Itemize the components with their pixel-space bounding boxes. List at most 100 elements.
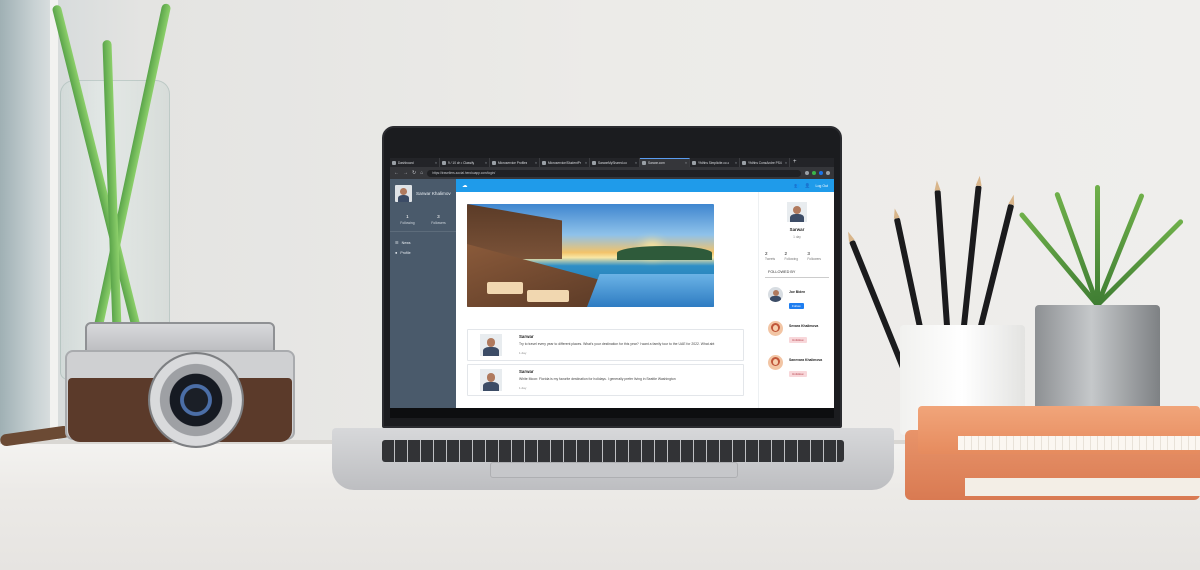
profile-stats: 2 Tweets 2 Following 3 Followers	[765, 251, 829, 261]
follower-name[interactable]: Sanevara Khalimova	[789, 358, 822, 362]
users-icon[interactable]: 👥	[794, 183, 800, 189]
sidebar-menu: ☰ News ● Profile	[390, 232, 456, 258]
sidebar-item-news[interactable]: ☰ News	[390, 238, 456, 248]
post-card[interactable]: Sarwar White Moon: Florida is my favorit…	[467, 364, 744, 396]
window-frame	[0, 0, 58, 450]
avatar	[395, 185, 412, 202]
notebook-top	[918, 406, 1200, 454]
laptop-touchpad	[490, 462, 738, 478]
close-tab-icon[interactable]: ×	[685, 161, 687, 165]
browser-tab[interactable]: Yfdhhs ConsAndre PS4 ×	[740, 158, 790, 167]
close-tab-icon[interactable]: ×	[485, 161, 487, 165]
hero-pool	[587, 274, 714, 307]
avatar[interactable]	[480, 334, 502, 356]
browser-tab[interactable]: SarwarMyShared.co ×	[590, 158, 640, 167]
sidebar-profile[interactable]: Sarwar Khalimov	[390, 179, 456, 206]
hero-image	[467, 204, 714, 307]
sidebar-stat-following[interactable]: 1 Following	[400, 214, 414, 225]
reload-icon[interactable]: ↻	[412, 170, 416, 176]
close-tab-icon[interactable]: ×	[585, 161, 587, 165]
browser-tab-bar: Dashboard × 9 / 10 ch • Classify × Microse…	[390, 158, 834, 167]
news-feed: Sarwar Try to travel every year to diffe…	[456, 192, 758, 418]
sidebar-item-label: News	[401, 241, 411, 245]
post-time: 1 day	[519, 386, 527, 390]
close-tab-icon[interactable]: ×	[735, 161, 737, 165]
laptop-keyboard	[382, 440, 844, 462]
logo-icon[interactable]: ☁	[462, 183, 468, 189]
profile-name: Sarwar	[789, 227, 805, 232]
extension-icon[interactable]	[805, 171, 809, 175]
back-icon[interactable]: ←	[394, 170, 399, 176]
logout-button[interactable]: Log Out	[816, 184, 828, 188]
post-body: Sarwar Try to travel every year to diffe…	[519, 334, 739, 360]
main-area: ☁ 👥 👤 Log Out Sarwar Try to travel every…	[456, 179, 834, 418]
avatar[interactable]	[787, 202, 807, 222]
hero-island	[617, 246, 712, 260]
favicon-icon	[642, 161, 646, 165]
github-icon	[692, 160, 696, 165]
topnav-actions: 👥 👤 Log Out	[794, 183, 828, 189]
avatar[interactable]	[768, 355, 783, 370]
extensions-area	[805, 171, 830, 175]
os-taskbar	[390, 408, 834, 418]
post-text: Try to travel every year to different pl…	[519, 342, 715, 346]
followed-by-item: Sevara Khalimova Unfollow	[765, 321, 829, 346]
hero-lounge-chair	[527, 290, 569, 302]
browser-tab[interactable]: 9 / 10 ch • Classify ×	[440, 158, 490, 167]
laptop-screen: Dashboard × 9 / 10 ch • Classify × Microse…	[390, 158, 834, 418]
browser-tab[interactable]: Microservice/StudentPr ×	[540, 158, 590, 167]
sidebar-stat-followers[interactable]: 3 Followers	[431, 214, 446, 225]
follower-name[interactable]: Sevara Khalimova	[789, 324, 818, 328]
url-field[interactable]: https://travellers-social.herokuapp.com/…	[427, 169, 801, 177]
profile-stat-tweets[interactable]: 2 Tweets	[765, 251, 775, 261]
post-card[interactable]: Sarwar Try to travel every year to diffe…	[467, 329, 744, 361]
new-tab-button[interactable]: +	[790, 158, 800, 167]
plant-leaf	[1095, 185, 1100, 305]
profile-stat-following[interactable]: 2 Following	[785, 251, 798, 261]
follow-button[interactable]: Follow	[789, 303, 804, 309]
close-tab-icon[interactable]: ×	[435, 161, 437, 165]
unfollow-button[interactable]: Unfollow	[789, 371, 807, 377]
sidebar-item-label: Profile	[400, 251, 411, 255]
post-body: Sarwar White Moon: Florida is my favorit…	[519, 369, 739, 395]
profile-stat-followers[interactable]: 3 Followers	[807, 251, 821, 261]
browser-tab[interactable]: Microservice Profiles ×	[490, 158, 540, 167]
browser-tab-active[interactable]: Sarwar.com ×	[640, 158, 690, 167]
favicon-icon	[542, 160, 546, 165]
sidebar-item-profile[interactable]: ● Profile	[390, 248, 456, 258]
post-author[interactable]: Sarwar	[519, 369, 739, 374]
github-icon	[592, 160, 596, 165]
profile-icon: ●	[395, 250, 398, 255]
avatar[interactable]	[768, 287, 783, 302]
social-app: Sarwar Khalimov 1 Following 3 Followers …	[390, 179, 834, 418]
extension-icon[interactable]	[819, 171, 823, 175]
top-navbar: ☁ 👥 👤 Log Out	[456, 179, 834, 192]
plant-pot	[1035, 305, 1160, 420]
close-tab-icon[interactable]: ×	[635, 161, 637, 165]
forward-icon[interactable]: →	[403, 170, 408, 176]
content: Sarwar Try to travel every year to diffe…	[456, 192, 834, 418]
profile-icon[interactable]	[826, 171, 830, 175]
favicon-icon	[442, 160, 446, 165]
close-tab-icon[interactable]: ×	[785, 161, 787, 165]
profile-card: Sarwar 1 day 2 Tweets 2 Following 3 Foll…	[758, 192, 834, 418]
sidebar-stats: 1 Following 3 Followers	[390, 206, 456, 232]
hero-lounge-chair	[487, 282, 523, 294]
follower-name[interactable]: Joe Biden	[789, 290, 805, 294]
close-tab-icon[interactable]: ×	[535, 161, 537, 165]
extension-icon[interactable]	[812, 171, 816, 175]
sidebar-user-name: Sarwar Khalimov	[416, 190, 451, 196]
post-text: White Moon: Florida is my favorite desti…	[519, 377, 676, 381]
avatar[interactable]	[768, 321, 783, 336]
followed-by-item: Joe Biden Follow	[765, 287, 829, 312]
avatar[interactable]	[480, 369, 502, 391]
user-icon[interactable]: 👤	[805, 183, 811, 189]
browser-tab[interactable]: Yfdhhs Simplicite.co.c ×	[690, 158, 740, 167]
home-icon[interactable]: ⌂	[420, 170, 423, 176]
followed-by-heading: FOLLOWED BY	[765, 268, 829, 278]
github-icon	[742, 160, 746, 165]
browser-tab[interactable]: Dashboard ×	[390, 158, 440, 167]
unfollow-button[interactable]: Unfollow	[789, 337, 807, 343]
sidebar: Sarwar Khalimov 1 Following 3 Followers …	[390, 179, 456, 418]
post-author[interactable]: Sarwar	[519, 334, 739, 339]
